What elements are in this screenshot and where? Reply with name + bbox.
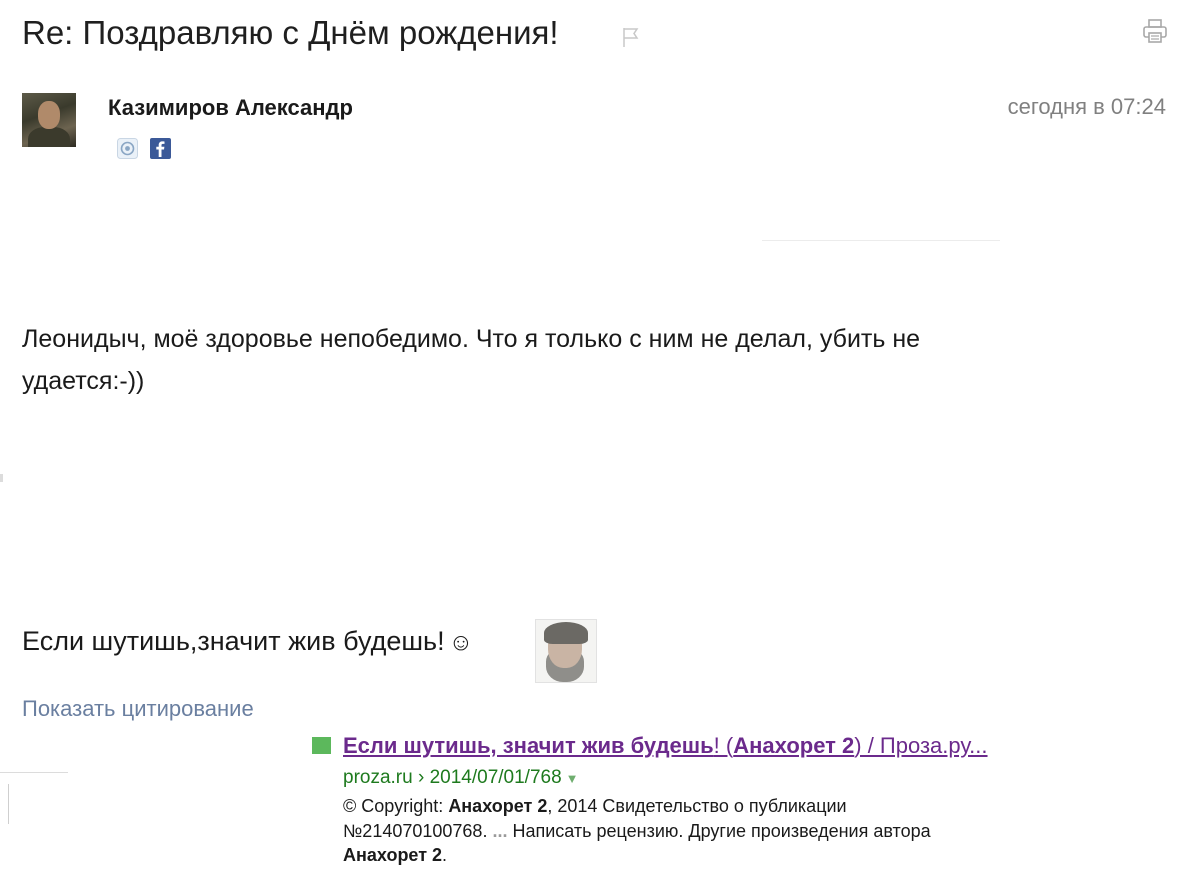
signature-label: Если шутишь,значит жив будешь! (22, 626, 445, 656)
message-body: Леонидыч, моё здоровье непобедимо. Что я… (22, 318, 1122, 402)
snippet-text: © Copyright: (343, 796, 449, 816)
message-body-line: Леонидыч, моё здоровье непобедимо. Что я… (22, 325, 921, 353)
result-snippet: © Copyright: Анахорет 2, 2014 Свидетельс… (343, 794, 1043, 868)
result-title-part: Анахорет 2 (733, 733, 855, 758)
email-subject: Re: Поздравляю с Днём рождения! (22, 14, 559, 51)
snippet-ellipsis: ... (492, 820, 508, 841)
edge-mark (0, 474, 3, 482)
left-edge-lines (0, 772, 68, 896)
signature-text: Если шутишь,значит жив будешь! ☺ (22, 626, 473, 657)
snippet-author: Анахорет 2 (448, 796, 548, 816)
dropdown-arrow-icon[interactable]: ▼ (566, 771, 579, 786)
snippet-text: . (442, 845, 448, 865)
message-date: сегодня в 07:24 (1007, 94, 1166, 119)
message-body-line: удается:-)) (22, 367, 145, 395)
sender-avatar[interactable] (22, 93, 76, 147)
result-url[interactable]: proza.ru › 2014/07/01/768 ▼ (343, 767, 579, 789)
mailru-icon[interactable] (117, 138, 138, 159)
url-path: 2014/07/01/768 (429, 767, 562, 788)
smiley-icon: ☺ (448, 629, 474, 656)
snippet-author: Анахорет 2 (343, 845, 443, 865)
snippet-text: , 2014 Свидетельство о публикации (547, 796, 847, 816)
result-title-part: ) / Проза.ру... (854, 733, 988, 758)
edge-line (0, 772, 68, 773)
show-quote-link[interactable]: Показать цитирование (22, 696, 254, 722)
divider (762, 240, 1000, 241)
photo-hair (544, 622, 588, 644)
signature-photo (535, 619, 597, 683)
flag-icon[interactable] (622, 26, 640, 48)
edge-line (8, 784, 9, 824)
url-host: proza.ru (343, 767, 413, 788)
result-title-part: ! ( (713, 733, 734, 758)
avatar-face (38, 101, 60, 129)
result-title-part: Если шутишь, значит жив будешь (343, 733, 714, 758)
print-icon[interactable] (1142, 18, 1168, 44)
sender-name[interactable]: Казимиров Александр (108, 95, 353, 121)
avatar-body (28, 127, 70, 147)
snippet-text: №214070100768. (343, 820, 493, 841)
result-marker-icon (312, 737, 331, 754)
facebook-icon[interactable] (150, 138, 171, 159)
snippet-text: Написать рецензию. Другие произведения а… (507, 820, 931, 841)
result-title-link[interactable]: Если шутишь, значит жив будешь! (Анахоре… (343, 733, 988, 759)
url-separator: › (412, 767, 430, 788)
